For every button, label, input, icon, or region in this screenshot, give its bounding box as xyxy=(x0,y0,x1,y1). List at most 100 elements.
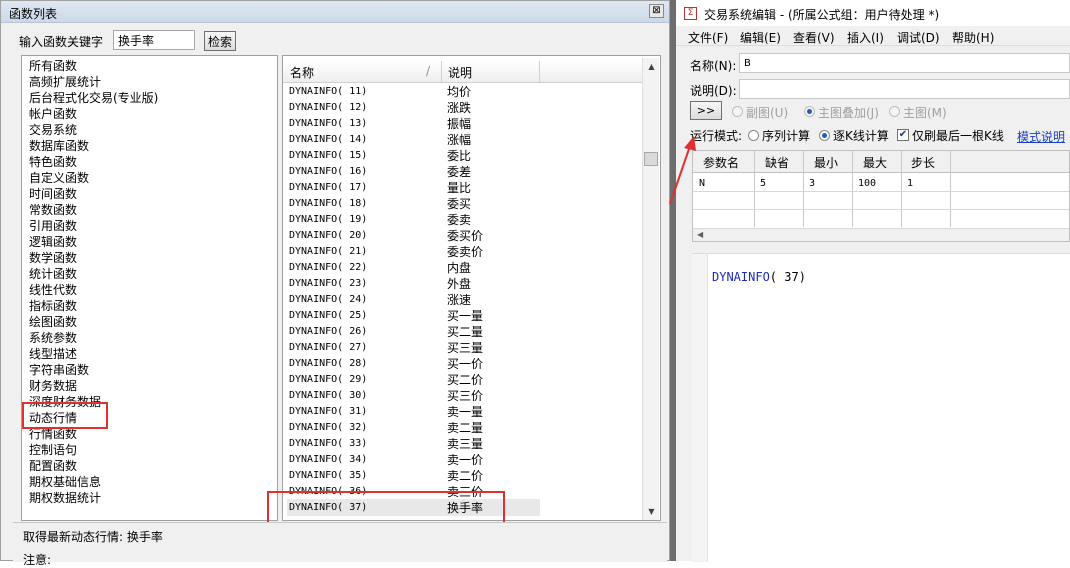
category-item[interactable]: 引用函数 xyxy=(29,218,77,234)
keyword-input[interactable] xyxy=(113,30,195,50)
expand-button[interactable]: >> xyxy=(690,101,722,120)
category-item[interactable]: 时间函数 xyxy=(29,186,77,202)
function-desc-cell[interactable]: 卖二量 xyxy=(447,420,483,436)
function-name-cell[interactable]: DYNAINFO( 24) xyxy=(289,292,367,308)
function-name-cell[interactable]: DYNAINFO( 31) xyxy=(289,404,367,420)
function-name-cell[interactable]: DYNAINFO( 17) xyxy=(289,180,367,196)
function-name-cell[interactable]: DYNAINFO( 13) xyxy=(289,116,367,132)
function-desc-cell[interactable]: 外盘 xyxy=(447,276,471,292)
function-name-cell[interactable]: DYNAINFO( 18) xyxy=(289,196,367,212)
function-desc-cell[interactable]: 委买 xyxy=(447,196,471,212)
function-desc-cell[interactable]: 买二量 xyxy=(447,324,483,340)
editor-titlebar[interactable]: Σ 交易系统编辑 - (所属公式组：用户待处理 *) xyxy=(676,0,1070,26)
function-name-cell[interactable]: DYNAINFO( 15) xyxy=(289,148,367,164)
function-name-cell[interactable]: DYNAINFO( 26) xyxy=(289,324,367,340)
column-header-name[interactable]: 名称 xyxy=(290,64,314,81)
function-desc-cell[interactable]: 买三量 xyxy=(447,340,483,356)
function-desc-cell[interactable]: 买一量 xyxy=(447,308,483,324)
category-item[interactable]: 期权数据统计 xyxy=(29,490,101,506)
function-desc-cell[interactable]: 振幅 xyxy=(447,116,471,132)
category-item[interactable]: 帐户函数 xyxy=(29,106,77,122)
category-item[interactable]: 字符串函数 xyxy=(29,362,89,378)
function-name-cell[interactable]: DYNAINFO( 14) xyxy=(289,132,367,148)
function-desc-cell[interactable]: 买三价 xyxy=(447,388,483,404)
mode-help-link[interactable]: 模式说明 xyxy=(1017,128,1065,145)
radio-sub-chart[interactable] xyxy=(732,106,743,117)
function-desc-cell[interactable]: 涨幅 xyxy=(447,132,471,148)
category-item[interactable]: 财务数据 xyxy=(29,378,77,394)
function-name-cell[interactable]: DYNAINFO( 33) xyxy=(289,436,367,452)
category-item[interactable]: 系统参数 xyxy=(29,330,77,346)
category-item[interactable]: 控制语句 xyxy=(29,442,77,458)
function-desc-cell[interactable]: 卖三量 xyxy=(447,436,483,452)
radio-bar-by-bar-mode[interactable] xyxy=(819,130,830,141)
scroll-up-icon[interactable]: ▲ xyxy=(643,58,660,75)
param-cell-step[interactable]: 1 xyxy=(907,178,913,189)
function-desc-cell[interactable]: 委卖 xyxy=(447,212,471,228)
category-item[interactable]: 绘图函数 xyxy=(29,314,77,330)
function-name-cell[interactable]: DYNAINFO( 27) xyxy=(289,340,367,356)
function-name-cell[interactable]: DYNAINFO( 12) xyxy=(289,100,367,116)
remark-field[interactable] xyxy=(739,79,1070,99)
param-cell-min[interactable]: 3 xyxy=(809,178,815,189)
close-icon[interactable]: ⊠ xyxy=(649,4,664,18)
radio-sequence-mode[interactable] xyxy=(748,130,759,141)
category-item[interactable]: 线型描述 xyxy=(29,346,77,362)
menu-debug[interactable]: 调试(D) xyxy=(897,29,940,46)
function-desc-cell[interactable]: 委卖价 xyxy=(447,244,483,260)
category-item[interactable]: 自定义函数 xyxy=(29,170,89,186)
dialog-titlebar[interactable]: 函数列表 ⊠ xyxy=(1,1,669,23)
function-desc-cell[interactable]: 卖一量 xyxy=(447,404,483,420)
column-header-desc[interactable]: 说明 xyxy=(448,64,472,81)
function-desc-cell[interactable]: 委买价 xyxy=(447,228,483,244)
vertical-scrollbar[interactable]: ▲ ▼ xyxy=(642,58,659,520)
function-name-cell[interactable]: DYNAINFO( 29) xyxy=(289,372,367,388)
function-name-cell[interactable]: DYNAINFO( 35) xyxy=(289,468,367,484)
code-editor[interactable]: DYNAINFO( 37) xyxy=(692,253,1070,562)
menu-help[interactable]: 帮助(H) xyxy=(952,29,994,46)
name-field[interactable] xyxy=(739,53,1070,73)
function-name-cell[interactable]: DYNAINFO( 19) xyxy=(289,212,367,228)
function-desc-cell[interactable]: 涨跌 xyxy=(447,100,471,116)
function-name-cell[interactable]: DYNAINFO( 30) xyxy=(289,388,367,404)
menu-edit[interactable]: 编辑(E) xyxy=(740,29,781,46)
function-desc-cell[interactable]: 卖二价 xyxy=(447,468,483,484)
category-item[interactable]: 统计函数 xyxy=(29,266,77,282)
function-name-cell[interactable]: DYNAINFO( 11) xyxy=(289,84,367,100)
function-desc-cell[interactable]: 卖一价 xyxy=(447,452,483,468)
function-desc-cell[interactable]: 委比 xyxy=(447,148,471,164)
category-item[interactable]: 交易系统 xyxy=(29,122,77,138)
function-name-cell[interactable]: DYNAINFO( 23) xyxy=(289,276,367,292)
function-desc-cell[interactable]: 买二价 xyxy=(447,372,483,388)
function-desc-cell[interactable]: 内盘 xyxy=(447,260,471,276)
category-item[interactable]: 高频扩展统计 xyxy=(29,74,101,90)
scroll-thumb[interactable] xyxy=(644,152,658,166)
parameter-grid[interactable]: 参数名 缺省 最小 最大 步长 N 5 3 100 1 ◀ xyxy=(692,150,1070,242)
menu-insert[interactable]: 插入(I) xyxy=(847,29,884,46)
category-item[interactable]: 数据库函数 xyxy=(29,138,89,154)
radio-main-overlay[interactable] xyxy=(804,106,815,117)
search-button[interactable]: 检索 xyxy=(204,31,236,51)
function-desc-cell[interactable]: 涨速 xyxy=(447,292,471,308)
scroll-left-icon[interactable]: ◀ xyxy=(697,230,703,239)
grid-horizontal-scrollbar[interactable]: ◀ xyxy=(693,228,1069,241)
menu-file[interactable]: 文件(F) xyxy=(688,29,728,46)
category-item[interactable]: 期权基础信息 xyxy=(29,474,101,490)
category-list[interactable]: 所有函数 高频扩展统计 后台程式化交易(专业版) 帐户函数 交易系统 数据库函数 特色函数自… xyxy=(21,55,278,521)
column-divider[interactable] xyxy=(539,61,540,83)
category-item[interactable]: 配置函数 xyxy=(29,458,77,474)
menu-view[interactable]: 查看(V) xyxy=(793,29,835,46)
function-desc-cell[interactable]: 委差 xyxy=(447,164,471,180)
radio-main-chart[interactable] xyxy=(889,106,900,117)
category-item[interactable]: 所有函数 xyxy=(29,58,77,74)
category-item[interactable]: 线性代数 xyxy=(29,282,77,298)
param-cell-max[interactable]: 100 xyxy=(858,178,876,189)
function-name-cell[interactable]: DYNAINFO( 16) xyxy=(289,164,367,180)
function-desc-cell[interactable]: 买一价 xyxy=(447,356,483,372)
function-name-cell[interactable]: DYNAINFO( 32) xyxy=(289,420,367,436)
scroll-down-icon[interactable]: ▼ xyxy=(643,503,660,520)
param-cell-default[interactable]: 5 xyxy=(760,178,766,189)
last-bar-checkbox[interactable]: ✔ xyxy=(897,129,909,141)
function-name-cell[interactable]: DYNAINFO( 21) xyxy=(289,244,367,260)
function-desc-cell[interactable]: 量比 xyxy=(447,180,471,196)
